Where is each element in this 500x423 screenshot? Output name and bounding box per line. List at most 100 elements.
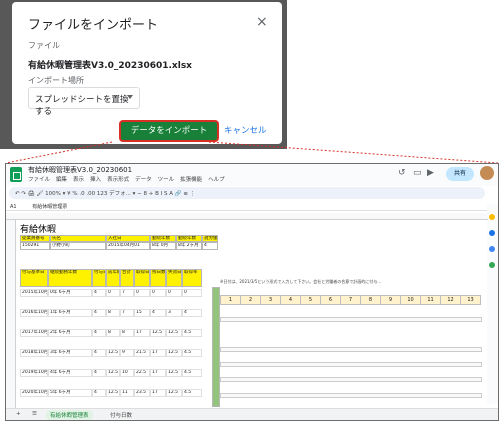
- table-cell[interactable]: 17: [150, 369, 166, 377]
- table-cell[interactable]: 3年 6ヶ月: [48, 349, 92, 357]
- table-cell[interactable]: 0: [134, 289, 150, 297]
- menu-edit[interactable]: 編集: [56, 175, 67, 183]
- table-cell[interactable]: 4: [92, 289, 106, 297]
- table-cell[interactable]: 7: [120, 289, 134, 297]
- table-cell[interactable]: 10: [120, 369, 134, 377]
- day-header-cell[interactable]: 4: [280, 295, 301, 305]
- day-header-cell[interactable]: 6: [320, 295, 341, 305]
- day-header-cell[interactable]: 2: [240, 295, 261, 305]
- table-cell[interactable]: 11: [120, 389, 134, 397]
- table-cell[interactable]: 4: [92, 369, 106, 377]
- table-cell[interactable]: 4.5: [182, 329, 202, 337]
- menu-format[interactable]: 表示形式: [107, 175, 129, 183]
- table-cell[interactable]: 4: [92, 329, 106, 337]
- table-cell[interactable]: 4: [182, 309, 202, 317]
- header-label-cell[interactable]: 週労働: [202, 235, 218, 242]
- table-cell[interactable]: 17: [150, 389, 166, 397]
- sheets-logo-icon[interactable]: [10, 167, 22, 182]
- tasks-icon[interactable]: [489, 230, 495, 236]
- cell-reference[interactable]: A1: [10, 204, 17, 210]
- header-label-cell[interactable]: 従業員番号: [20, 235, 50, 242]
- header-label-cell[interactable]: 氏名: [50, 235, 106, 242]
- document-title[interactable]: 有給休暇管理表V3.0_20230601: [28, 165, 132, 175]
- table-cell[interactable]: 12.5: [166, 369, 182, 377]
- column-header-cell[interactable]: 失効日数: [166, 269, 182, 287]
- menu-view[interactable]: 表示: [73, 175, 84, 183]
- table-cell[interactable]: 3: [166, 309, 182, 317]
- menu-extensions[interactable]: 拡張機能: [180, 175, 202, 183]
- date-entry-row[interactable]: [220, 317, 482, 322]
- column-header-cell[interactable]: 付与基準日: [20, 269, 48, 287]
- table-cell[interactable]: 2019年10月01日: [20, 369, 48, 377]
- employee-number-cell[interactable]: 150291: [20, 242, 50, 250]
- menu-insert[interactable]: 挿入: [90, 175, 101, 183]
- table-cell[interactable]: 12.5: [166, 349, 182, 357]
- column-header-cell[interactable]: 継続勤務年数: [48, 269, 92, 287]
- table-cell[interactable]: 12.5: [106, 389, 120, 397]
- share-button[interactable]: 共有: [446, 167, 474, 181]
- table-cell[interactable]: 4.5: [182, 349, 202, 357]
- table-cell[interactable]: 0: [166, 289, 182, 297]
- table-cell[interactable]: 4: [92, 309, 106, 317]
- table-cell[interactable]: 12.5: [166, 389, 182, 397]
- table-cell[interactable]: 12.5: [106, 349, 120, 357]
- tab-grant-days[interactable]: 付与日数: [106, 410, 136, 420]
- avatar[interactable]: [480, 166, 494, 180]
- day-header-cell[interactable]: 3: [260, 295, 281, 305]
- column-header-cell[interactable]: 残日数: [150, 269, 166, 287]
- table-cell[interactable]: 12.5: [166, 329, 182, 337]
- status-column[interactable]: [212, 287, 220, 407]
- table-cell[interactable]: 0: [106, 289, 120, 297]
- table-cell[interactable]: 9: [120, 349, 134, 357]
- day-header-cell[interactable]: 13: [460, 295, 481, 305]
- maps-icon[interactable]: [489, 262, 495, 268]
- tenure-cell[interactable]: 8年 2ヶ月: [176, 242, 202, 250]
- menu-file[interactable]: ファイル: [28, 175, 50, 183]
- meet-icon[interactable]: ▶: [427, 168, 434, 178]
- header-label-cell[interactable]: 入社日: [106, 235, 150, 242]
- table-cell[interactable]: 17: [150, 349, 166, 357]
- contacts-icon[interactable]: [489, 246, 495, 252]
- menu-data[interactable]: データ: [135, 175, 152, 183]
- table-cell[interactable]: 17: [134, 329, 150, 337]
- menu-help[interactable]: ヘルプ: [208, 175, 225, 183]
- day-header-cell[interactable]: 8: [360, 295, 381, 305]
- formula-input[interactable]: 有給休暇管理票: [32, 204, 67, 210]
- table-cell[interactable]: 5年 6ヶ月: [48, 389, 92, 397]
- table-cell[interactable]: 23.5: [134, 389, 150, 397]
- table-cell[interactable]: 21.5: [134, 349, 150, 357]
- day-header-cell[interactable]: 11: [420, 295, 441, 305]
- table-cell[interactable]: 4.5: [182, 389, 202, 397]
- table-cell[interactable]: 0: [150, 289, 166, 297]
- table-cell[interactable]: 8: [106, 329, 120, 337]
- date-entry-row[interactable]: [220, 362, 482, 367]
- column-header-cell[interactable]: 合計: [120, 269, 134, 287]
- employee-name-cell[interactable]: 小野小町: [50, 242, 106, 250]
- day-header-cell[interactable]: 1: [220, 295, 241, 305]
- day-header-cell[interactable]: 7: [340, 295, 361, 305]
- date-entry-row[interactable]: [220, 393, 482, 398]
- format-toolbar[interactable]: ↶ ↷ 🖨 🖌 100% ▾ ¥ % .0 .00 123 デフォ... ▾ −…: [9, 187, 485, 199]
- tenure-cell[interactable]: 8年 0月: [150, 242, 176, 250]
- comment-icon[interactable]: ▭: [413, 168, 422, 178]
- table-cell[interactable]: 0年 6ヶ月: [48, 289, 92, 297]
- weekly-days-cell[interactable]: 4: [202, 242, 218, 250]
- table-cell[interactable]: 4年 6ヶ月: [48, 369, 92, 377]
- column-header-cell[interactable]: 取得日数: [134, 269, 150, 287]
- table-cell[interactable]: 7: [120, 309, 134, 317]
- table-cell[interactable]: 12.5: [150, 329, 166, 337]
- all-sheets-icon[interactable]: ☰: [28, 410, 41, 420]
- table-cell[interactable]: 2020年10月01日: [20, 389, 48, 397]
- table-cell[interactable]: 0: [182, 289, 202, 297]
- column-header-cell[interactable]: 付与日数: [92, 269, 106, 287]
- table-cell[interactable]: 2018年10月01日: [20, 349, 48, 357]
- date-entry-row[interactable]: [220, 347, 482, 352]
- tab-leave-management[interactable]: 有給休暇管理表: [46, 410, 93, 420]
- day-header-cell[interactable]: 9: [380, 295, 401, 305]
- day-header-cell[interactable]: 5: [300, 295, 321, 305]
- sheet-grid[interactable]: 有給休暇 従業員番号 氏名 入社日 勤続年数 勤続年数 週労働 150291 小…: [6, 213, 488, 408]
- table-cell[interactable]: 2017年10月01日: [20, 329, 48, 337]
- table-cell[interactable]: 2016年10月01日: [20, 309, 48, 317]
- table-cell[interactable]: 15: [134, 309, 150, 317]
- add-sheet-icon[interactable]: +: [12, 410, 25, 420]
